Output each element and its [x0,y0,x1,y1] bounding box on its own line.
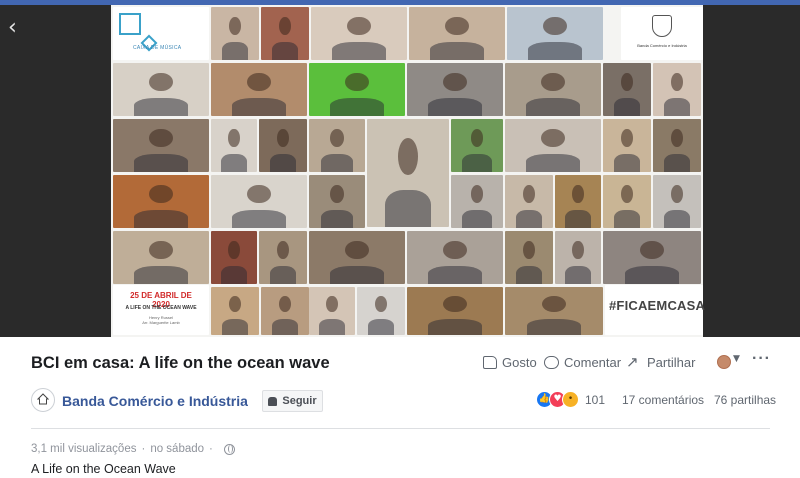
participant-video-tile [407,231,503,284]
chevron-down-icon[interactable]: ▼ [733,354,740,364]
globe-icon[interactable] [223,443,235,455]
post-title: BCI em casa: A life on the ocean wave [31,354,330,372]
participant-video-tile [505,175,553,228]
participant-video-tile [311,7,407,60]
share-label: Partilhar [647,354,696,370]
more-icon[interactable]: ··· [752,350,771,368]
page-name-link[interactable]: Banda Comércio e Indústria [62,393,248,409]
participant-video-tile [259,231,307,284]
share-icon: ↗ [626,353,639,371]
participant-video-tile [357,287,405,335]
participant-video-tile [211,63,307,116]
participant-video-tile [309,231,405,284]
meta-separator: · [209,443,213,455]
views-count: 3,1 mil visualizações [31,443,137,455]
participant-video-tile [409,7,505,60]
participant-video-tile [113,119,209,172]
like-icon [483,355,497,369]
participant-video-tile [505,119,601,172]
reactions-summary[interactable]: 👍 ♥ • [536,391,582,409]
participant-video-tile [261,287,309,335]
shield-icon [652,15,672,37]
follow-label: Seguir [282,395,317,407]
crest-icon: Banda Comércio e Indústria [637,11,687,57]
participant-video-tile [451,175,503,228]
participant-video-tile [309,175,365,228]
comments-count[interactable]: 17 comentários [622,393,704,407]
logo-caption: CAIXA DE MÚSICA [133,45,182,51]
video-player[interactable]: ‹ CAIXA DE MÚSICA Banda Comércio e Indús… [0,5,800,337]
participant-video-tile [309,287,355,335]
participant-video-tile [211,119,257,172]
participant-video-tile [211,7,259,60]
chevron-left-icon[interactable]: ‹ [8,17,26,39]
participant-video-tile [113,63,209,116]
video-frame[interactable]: CAIXA DE MÚSICA Banda Comércio e Indústr… [111,5,706,337]
participant-video-tile [261,7,309,60]
participant-video-tile [259,119,307,172]
piece-credits: Henry Russel Arr. Marguerite Lamb [123,315,199,325]
participant-video-tile [555,231,601,284]
participant-video-tile [451,119,503,172]
participant-video-tile [505,287,603,335]
like-label: Gosto [502,354,537,370]
participant-video-tile [309,63,405,116]
participant-video-tile [211,231,257,284]
participant-video-tile [603,231,701,284]
reaction-count[interactable]: 101 [585,393,605,407]
comment-label: Comentar [564,354,622,370]
post-meta: 3,1 mil visualizações · no sábado · [31,443,235,455]
participant-video-tile [505,63,601,116]
caixa-logo-tile: CAIXA DE MÚSICA [113,7,209,60]
crest-caption: Banda Comércio e Indústria [637,43,687,48]
participant-video-tile [603,119,651,172]
like-button[interactable]: Gosto [483,353,537,371]
comment-button[interactable]: Comentar [544,353,621,371]
credit-line-2: Arr. Marguerite Lamb [142,320,180,325]
participant-video-tile [113,231,209,284]
comment-icon [544,355,559,369]
participant-video-tile [407,287,503,335]
page-avatar[interactable] [31,388,55,412]
participant-video-tile [603,175,651,228]
participant-video-tile [309,119,365,172]
post-date[interactable]: no sábado [150,443,204,455]
meta-separator: · [141,443,146,455]
participant-video-tile [653,175,701,228]
participant-video-tile [555,175,601,228]
participant-video-tile [505,231,553,284]
house-icon [37,393,49,405]
shares-count[interactable]: 76 partilhas [714,393,776,407]
participant-video-tile [603,63,651,116]
participant-video-tile [407,63,503,116]
participant-video-tile [113,175,209,228]
caixa-logo-icon [119,13,141,35]
participant-video-tile [653,119,701,172]
participant-video-tile [211,175,307,228]
viewer-avatar[interactable] [717,355,731,369]
bell-icon [268,396,278,406]
piece-title: A LIFE ON THE OCEAN WAVE [125,305,197,311]
participant-video-tile [507,7,603,60]
divider [31,428,770,429]
crest-tile: Banda Comércio e Indústria [621,7,703,60]
wow-reaction-icon: • [562,391,579,408]
hashtag-label: #FICAEMCASA [609,298,706,313]
post-description: A Life on the Ocean Wave [31,462,176,476]
participant-video-tile [367,119,449,227]
follow-button[interactable]: Seguir [262,390,323,412]
share-button[interactable]: ↗ Partilhar [626,353,695,371]
participant-video-tile [211,287,259,335]
participant-video-tile [653,63,701,116]
